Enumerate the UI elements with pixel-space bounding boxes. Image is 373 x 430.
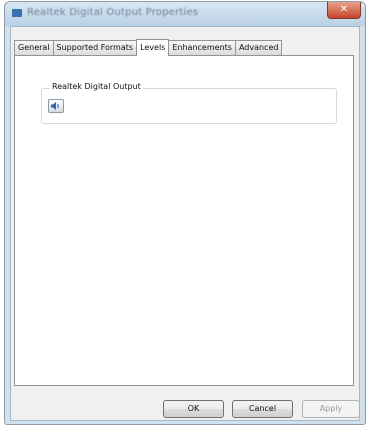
apply-button[interactable]: Apply <box>302 400 360 418</box>
properties-window: Realtek Digital Output Properties ✕ Gene… <box>4 1 366 425</box>
window-title: Realtek Digital Output Properties <box>27 7 199 18</box>
tab-levels[interactable]: Levels <box>136 39 170 56</box>
cancel-button[interactable]: Cancel <box>232 400 293 418</box>
tab-general[interactable]: General <box>14 40 54 55</box>
tab-enhancements[interactable]: Enhancements <box>168 40 236 55</box>
speaker-app-icon <box>12 9 22 17</box>
title-bar[interactable]: Realtek Digital Output Properties ✕ <box>5 2 365 26</box>
close-button[interactable]: ✕ <box>327 2 361 19</box>
tab-supported-formats[interactable]: Supported Formats <box>52 40 138 55</box>
tab-strip: General Supported Formats Levels Enhance… <box>14 38 283 56</box>
levels-panel: Realtek Digital Output <box>14 55 354 386</box>
tab-advanced[interactable]: Advanced <box>234 40 283 55</box>
dialog-client-area: General Supported Formats Levels Enhance… <box>10 26 360 421</box>
ok-button[interactable]: OK <box>163 400 224 418</box>
output-level-group: Realtek Digital Output <box>41 82 337 124</box>
speaker-icon <box>51 102 59 110</box>
group-label: Realtek Digital Output <box>50 82 143 91</box>
mute-toggle-button[interactable] <box>48 99 64 113</box>
